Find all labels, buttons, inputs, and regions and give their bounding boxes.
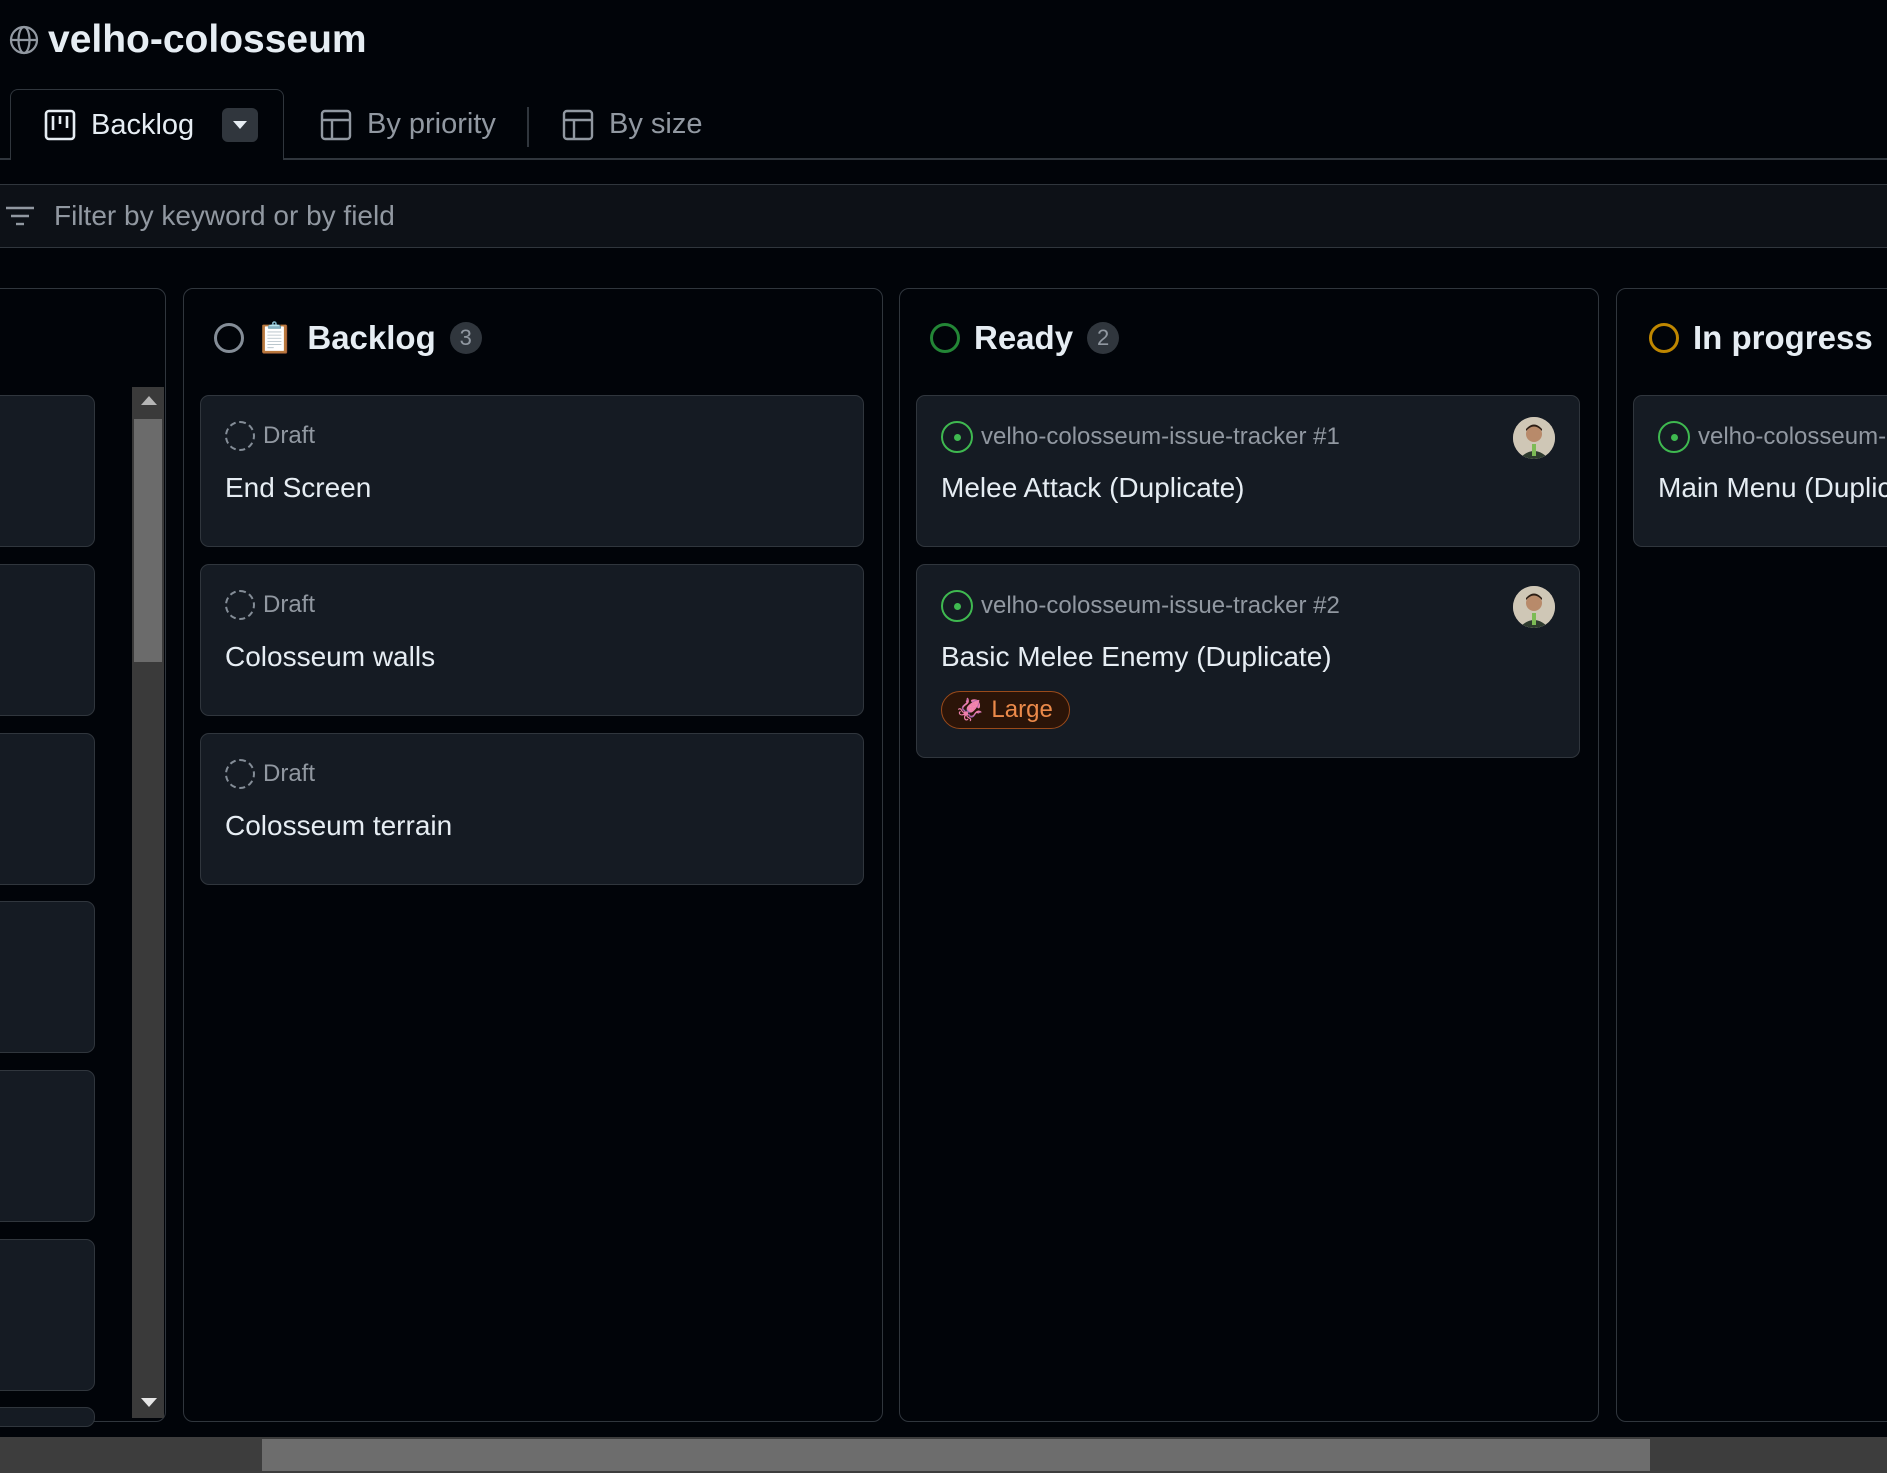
view-options-button[interactable] [222, 108, 259, 142]
card-type: Draft [263, 422, 316, 449]
avatar-image [1513, 417, 1555, 459]
draft-icon [225, 590, 255, 620]
column-count: 3 [449, 322, 482, 354]
globe-icon [9, 25, 39, 55]
board-icon [44, 109, 76, 141]
card[interactable] [0, 733, 95, 885]
table-icon [562, 109, 594, 140]
squid-icon: 🦑 [956, 697, 984, 722]
card-colosseum-terrain[interactable]: Draft Colosseum terrain [200, 733, 864, 885]
size-label-text: Large [991, 696, 1053, 723]
horizontal-scrollbar-thumb[interactable] [262, 1439, 1650, 1471]
scroll-up-arrow-icon[interactable] [141, 396, 157, 405]
draft-icon [225, 421, 255, 451]
card-meta: velho-colosseum-issue-tracker #2 [941, 590, 1340, 622]
issue-reference[interactable]: velho-colosseum- [1698, 423, 1886, 451]
card[interactable] [0, 1239, 95, 1391]
project-title: velho-colosseum [48, 18, 367, 61]
tab-by-priority-label: By priority [367, 108, 496, 140]
card[interactable] [0, 564, 95, 716]
card-main-menu[interactable]: velho-colosseum- Main Menu (Duplic [1633, 395, 1887, 547]
tab-by-size[interactable]: By size [561, 89, 702, 160]
column-title: Backlog [307, 319, 436, 356]
tab-by-priority[interactable]: By priority [319, 89, 496, 160]
scroll-down-arrow-icon[interactable] [141, 1398, 157, 1407]
card-title[interactable]: Main Menu (Duplic [1658, 472, 1887, 504]
card-melee-attack[interactable]: velho-colosseum-issue-tracker #1 Melee A… [916, 395, 1580, 547]
column-backlog: 📋 Backlog 3 Draft End Screen Draft Colos… [183, 288, 883, 1422]
tab-backlog[interactable]: Backlog [10, 89, 284, 160]
tab-by-size-label: By size [609, 108, 703, 140]
card-meta: velho-colosseum-issue-tracker #1 [941, 421, 1340, 453]
issue-reference[interactable]: velho-colosseum-issue-tracker #1 [981, 423, 1340, 451]
project-header: velho-colosseum [8, 18, 367, 62]
card-basic-melee-enemy[interactable]: velho-colosseum-issue-tracker #2 Basic M… [916, 564, 1580, 758]
card-title[interactable]: End Screen [225, 472, 371, 504]
column-count: 2 [1087, 322, 1120, 354]
vertical-scrollbar-thumb[interactable] [134, 419, 162, 662]
filter-input[interactable] [52, 184, 1887, 248]
issue-reference[interactable]: velho-colosseum-issue-tracker #2 [981, 592, 1340, 620]
size-label[interactable]: 🦑 Large [941, 691, 1070, 729]
tab-backlog-label: Backlog [91, 108, 195, 141]
column-title: Ready [974, 319, 1074, 356]
card-meta: velho-colosseum- [1658, 421, 1886, 453]
card-meta: Draft [225, 421, 315, 451]
card[interactable] [0, 1070, 95, 1222]
avatar[interactable] [1513, 417, 1555, 459]
caret-down-icon [233, 121, 248, 129]
card-meta: Draft [225, 590, 315, 620]
filter-icon [6, 206, 34, 226]
tab-separator [527, 107, 529, 147]
open-issue-icon [1658, 421, 1690, 453]
card-colosseum-walls[interactable]: Draft Colosseum walls [200, 564, 864, 716]
card-meta: Draft [225, 759, 315, 789]
card-title[interactable]: Melee Attack (Duplicate) [941, 472, 1244, 504]
card-end-screen[interactable]: Draft End Screen [200, 395, 864, 547]
card[interactable] [0, 901, 95, 1053]
card-title[interactable]: Basic Melee Enemy (Duplicate) [941, 641, 1332, 673]
card-type: Draft [263, 760, 316, 787]
column-header: 📋 Backlog 3 [214, 319, 482, 357]
filter-bar [0, 184, 1887, 248]
open-issue-icon [941, 590, 973, 622]
draft-icon [225, 759, 255, 789]
clipboard-icon: 📋 [256, 321, 294, 355]
column-in-progress: In progress velho-colosseum- Main Menu (… [1616, 288, 1887, 1422]
open-issue-icon [941, 421, 973, 453]
table-icon [320, 109, 352, 140]
card[interactable] [0, 1407, 95, 1427]
status-circle-icon [930, 323, 960, 353]
status-circle-icon [214, 323, 244, 353]
column-header: In progress [1649, 319, 1887, 357]
card-title[interactable]: Colosseum walls [225, 641, 435, 673]
column-header: Ready 2 [930, 319, 1120, 357]
avatar-image [1513, 586, 1555, 628]
column-title: In progress [1693, 319, 1873, 356]
status-circle-icon [1649, 323, 1679, 353]
column-ready: Ready 2 velho-colosseum-issue-tracker #1… [899, 288, 1599, 1422]
avatar[interactable] [1513, 586, 1555, 628]
card[interactable] [0, 395, 95, 547]
card-title[interactable]: Colosseum terrain [225, 810, 452, 842]
card-type: Draft [263, 591, 316, 618]
